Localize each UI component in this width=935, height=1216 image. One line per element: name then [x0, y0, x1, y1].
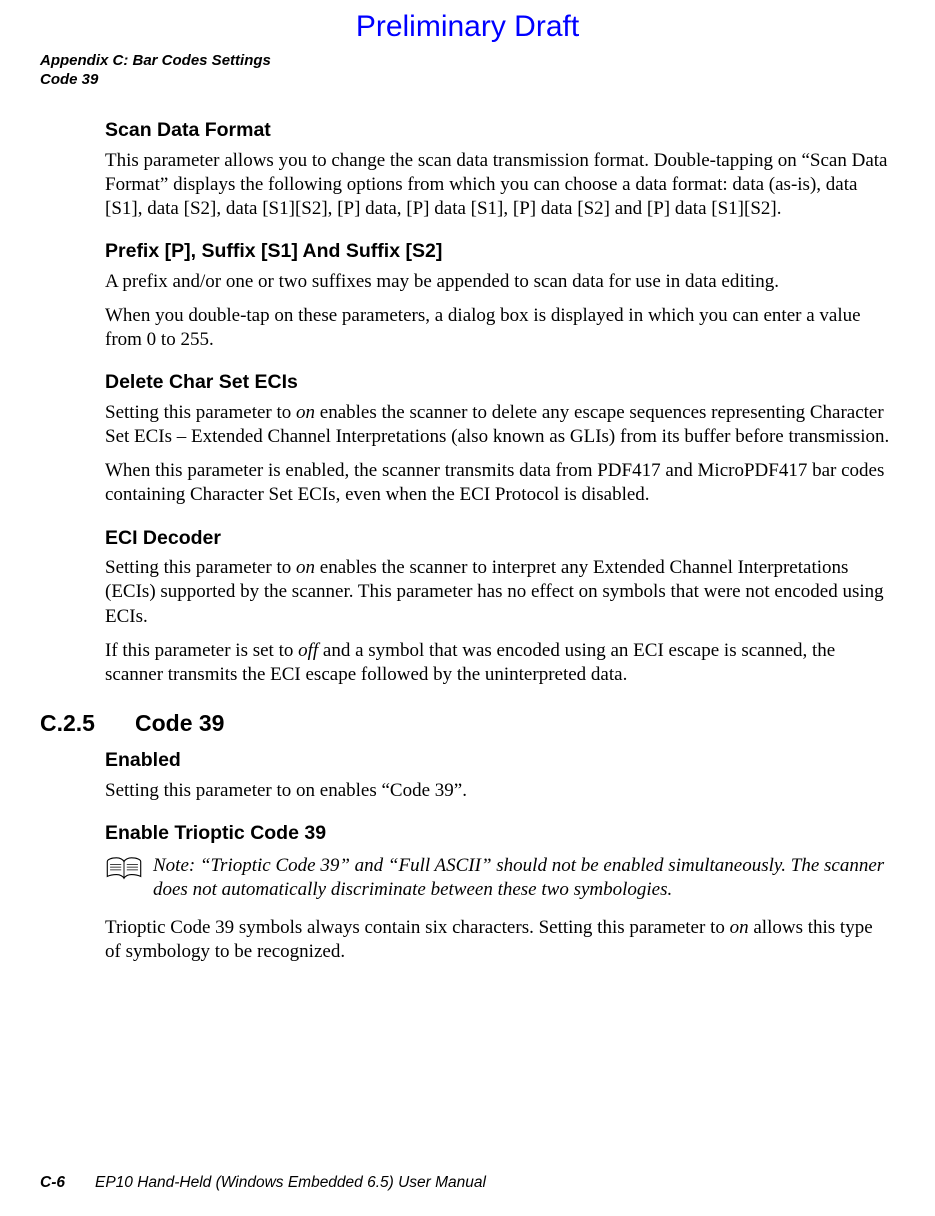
page: Preliminary Draft Appendix C: Bar Codes …	[0, 0, 935, 1216]
section-title: Code 39	[135, 709, 224, 738]
heading-eci-decoder: ECI Decoder	[105, 526, 893, 551]
heading-code-39: C.2.5 Code 39	[40, 709, 893, 738]
para-prefix-suffix-1: A prefix and/or one or two suffixes may …	[105, 270, 893, 294]
running-head: Appendix C: Bar Codes Settings Code 39	[40, 52, 271, 90]
running-head-line1: Appendix C: Bar Codes Settings	[40, 52, 271, 71]
section-number: C.2.5	[40, 709, 135, 738]
text-on: on	[296, 557, 315, 578]
note-body: “Trioptic Code 39” and “Full ASCII” shou…	[153, 855, 884, 900]
text-fragment: Setting this parameter to	[105, 557, 296, 578]
heading-scan-data-format: Scan Data Format	[105, 118, 893, 143]
note-block: Note: “Trioptic Code 39” and “Full ASCII…	[105, 854, 893, 902]
running-head-line2: Code 39	[40, 71, 271, 90]
para-trioptic: Trioptic Code 39 symbols always contain …	[105, 916, 893, 964]
text-on: on	[730, 917, 749, 938]
para-prefix-suffix-2: When you double-tap on these parameters,…	[105, 304, 893, 352]
para-eci-decoder-1: Setting this parameter to on enables the…	[105, 556, 893, 628]
heading-enabled: Enabled	[105, 748, 893, 773]
heading-enable-trioptic: Enable Trioptic Code 39	[105, 821, 893, 846]
para-scan-data-format: This parameter allows you to change the …	[105, 149, 893, 221]
para-delete-char-set-2: When this parameter is enabled, the scan…	[105, 459, 893, 507]
text-fragment: Trioptic Code 39 symbols always contain …	[105, 917, 730, 938]
note-text: Note: “Trioptic Code 39” and “Full ASCII…	[153, 854, 893, 902]
text-fragment: Setting this parameter to	[105, 402, 296, 423]
text-fragment: If this parameter is set to	[105, 640, 298, 661]
para-eci-decoder-2: If this parameter is set to off and a sy…	[105, 639, 893, 687]
content-area: Scan Data Format This parameter allows y…	[105, 118, 893, 974]
manual-title: EP10 Hand-Held (Windows Embedded 6.5) Us…	[95, 1174, 486, 1192]
heading-delete-char-set: Delete Char Set ECIs	[105, 370, 893, 395]
page-number: C-6	[40, 1174, 65, 1192]
note-label: Note:	[153, 855, 200, 876]
footer: C-6 EP10 Hand-Held (Windows Embedded 6.5…	[40, 1174, 486, 1192]
para-enabled: Setting this parameter to on enables “Co…	[105, 779, 893, 803]
para-delete-char-set-1: Setting this parameter to on enables the…	[105, 401, 893, 449]
heading-prefix-suffix: Prefix [P], Suffix [S1] And Suffix [S2]	[105, 239, 893, 264]
preliminary-draft-label: Preliminary Draft	[0, 10, 935, 44]
text-on: on	[296, 402, 315, 423]
text-off: off	[298, 640, 318, 661]
book-icon	[105, 856, 143, 882]
